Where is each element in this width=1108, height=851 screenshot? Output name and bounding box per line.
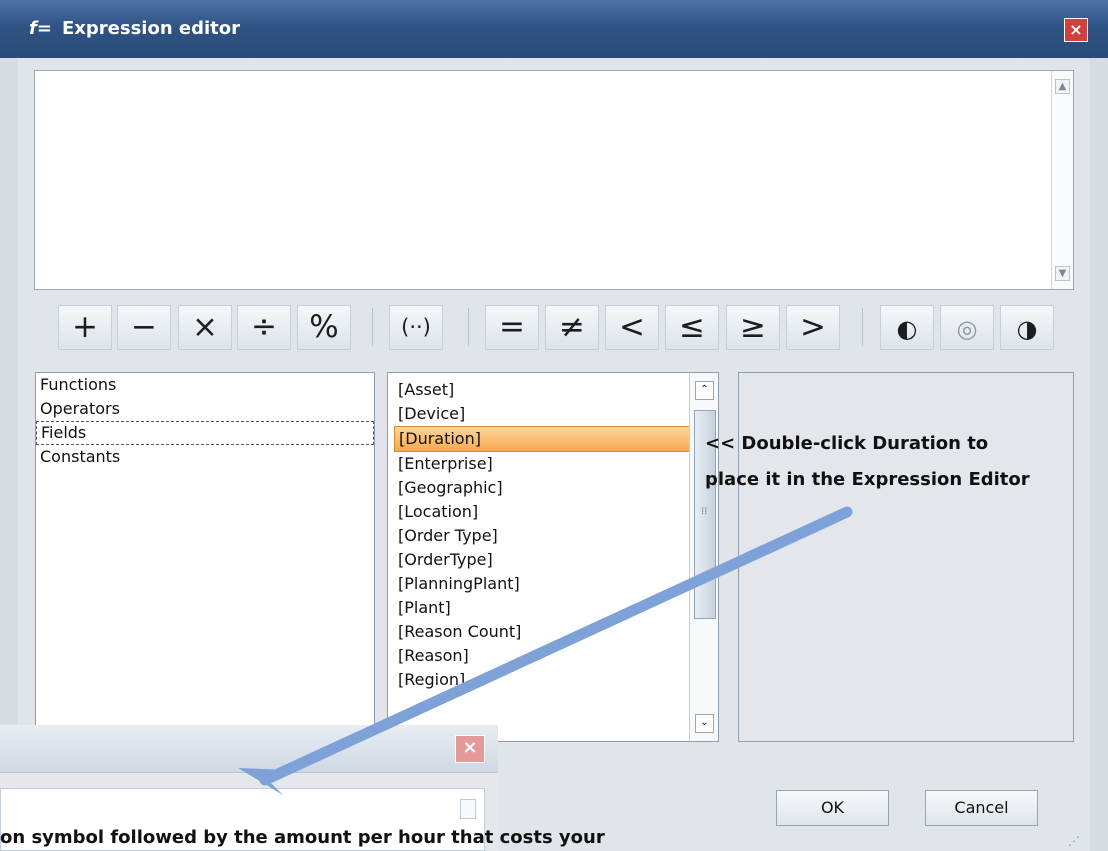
annotation-arrow xyxy=(238,506,853,795)
expression-editor-window: f= Expression editor × ▲ ▼ + − × ÷ % (··… xyxy=(0,0,1108,851)
